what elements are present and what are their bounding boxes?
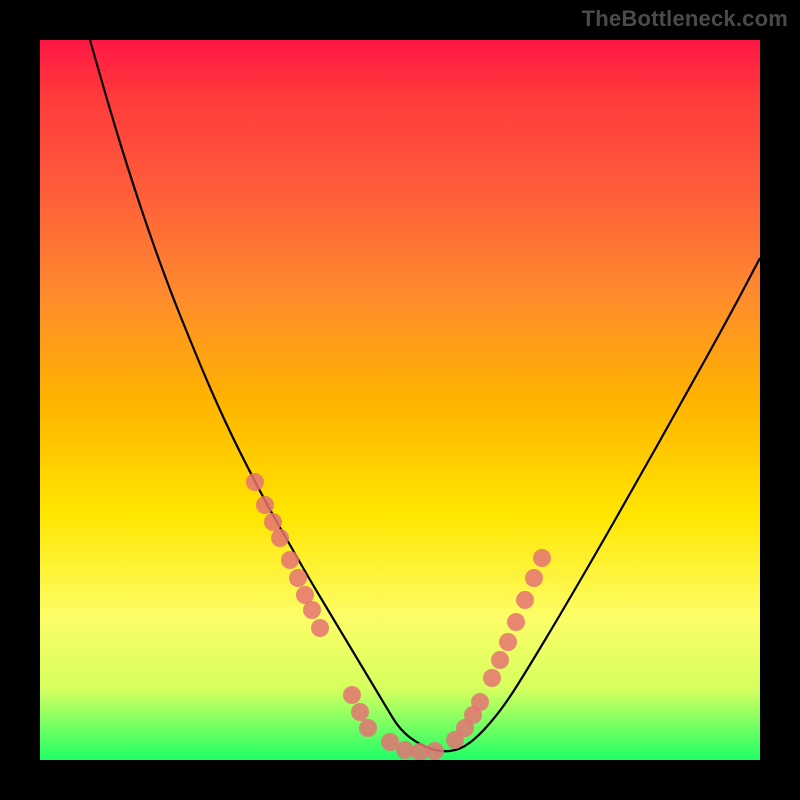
bottleneck-curve <box>90 40 760 751</box>
chart-frame: TheBottleneck.com <box>0 0 800 800</box>
highlight-dot <box>471 693 489 711</box>
highlight-dot <box>507 613 525 631</box>
plot-area <box>40 40 760 760</box>
highlight-dot <box>359 719 377 737</box>
highlight-dots <box>246 473 551 760</box>
highlight-dot <box>311 619 329 637</box>
highlight-dot <box>351 703 369 721</box>
highlight-dot <box>264 513 282 531</box>
highlight-dot <box>483 669 501 687</box>
highlight-dot <box>343 686 361 704</box>
highlight-dot <box>281 551 299 569</box>
highlight-dot <box>289 569 307 587</box>
curve-svg <box>40 40 760 760</box>
highlight-dot <box>525 569 543 587</box>
highlight-dot <box>516 591 534 609</box>
highlight-dot <box>303 601 321 619</box>
highlight-dot <box>271 529 289 547</box>
highlight-dot <box>499 633 517 651</box>
watermark-text: TheBottleneck.com <box>582 6 788 32</box>
highlight-dot <box>533 549 551 567</box>
highlight-dot <box>426 742 444 760</box>
highlight-dot <box>256 496 274 514</box>
highlight-dot <box>491 651 509 669</box>
highlight-dot <box>246 473 264 491</box>
